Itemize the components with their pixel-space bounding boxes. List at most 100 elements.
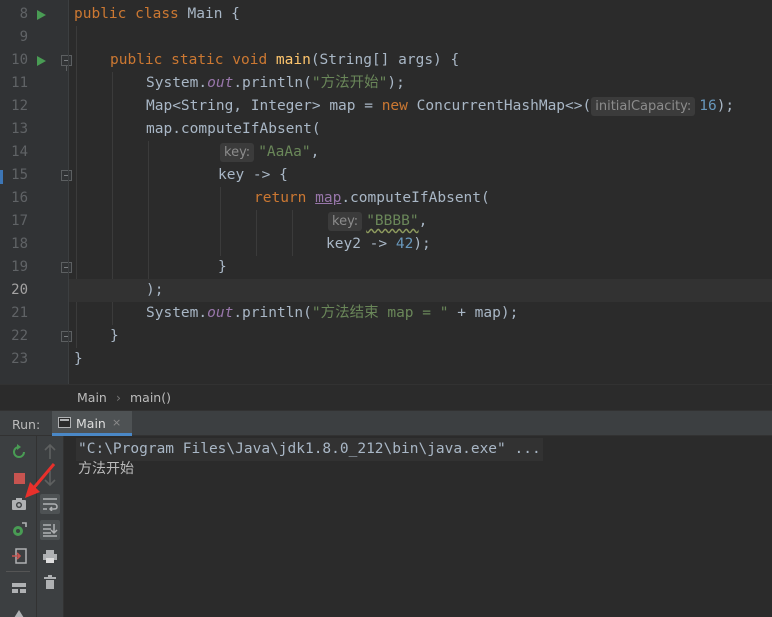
code-line-15[interactable]: key -> {	[218, 164, 288, 187]
rerun-button[interactable]	[9, 442, 29, 462]
console-output-line: 方法开始	[78, 461, 134, 477]
code-token: "方法开始"	[311, 75, 388, 91]
indent-guide	[220, 187, 221, 256]
code-line-20[interactable]: );	[69, 279, 772, 302]
run-class-gutter-icon[interactable]	[37, 10, 46, 20]
code-token: 16	[699, 98, 717, 114]
code-token: out	[207, 75, 234, 91]
code-line-21[interactable]: System.out.println("方法结束 map = " + map);	[146, 302, 518, 325]
code-token: void	[232, 52, 268, 68]
printer-icon	[43, 550, 57, 563]
code-token: Map<String, Integer> map =	[146, 98, 382, 114]
code-token: public	[110, 52, 163, 68]
code-token: );	[146, 282, 164, 298]
line-number: 8	[19, 6, 28, 22]
code-token: }	[218, 259, 227, 275]
breadcrumb: Main › main()	[0, 384, 772, 410]
code-token: static	[171, 52, 224, 68]
line-number: 20	[11, 282, 28, 298]
code-editor[interactable]: 8 9 10 11 12 13 14 15 16 17 18 19 20 21 …	[0, 0, 772, 384]
arrow-up-icon	[44, 444, 56, 459]
code-token: );	[387, 75, 405, 91]
indent-guide	[292, 210, 293, 256]
code-line-10[interactable]: public static void main(String[] args) {	[110, 49, 459, 72]
code-token: }	[74, 351, 83, 367]
trash-icon	[44, 575, 56, 589]
code-line-16[interactable]: return map.computeIfAbsent(	[254, 187, 490, 210]
console-command-line: "C:\Program Files\Java\jdk1.8.0_212\bin\…	[76, 438, 543, 461]
scroll-to-end-icon	[43, 524, 58, 537]
parameter-hint: initialCapacity:	[591, 97, 696, 116]
fold-marker-icon[interactable]	[61, 55, 72, 71]
line-number-gutter: 8 9 10 11 12 13 14 15 16 17 18 19 20 21 …	[0, 0, 72, 384]
code-token: {	[231, 6, 240, 22]
red-arrow-annotation-icon	[25, 463, 56, 498]
code-line-23[interactable]: }	[74, 348, 83, 371]
code-token: "BBBB"	[366, 213, 419, 229]
scroll-to-end-button[interactable]	[40, 520, 60, 540]
code-line-14[interactable]: key: "AaAa",	[220, 141, 319, 164]
breadcrumb-separator: ›	[116, 390, 121, 405]
code-token: new	[381, 98, 408, 114]
code-line-11[interactable]: System.out.println("方法开始");	[146, 72, 405, 95]
run-main-gutter-icon[interactable]	[37, 56, 46, 66]
indent-guide	[256, 210, 257, 256]
code-token: "方法结束 map = "	[311, 305, 449, 321]
gear-icon	[13, 522, 27, 536]
code-line-22[interactable]: }	[110, 325, 119, 348]
code-token: System.	[146, 305, 208, 321]
pin-button[interactable]	[9, 604, 29, 617]
code-line-18[interactable]: key2 -> 42);	[326, 233, 431, 256]
run-tool-window-header: Run: Main ×	[0, 410, 772, 436]
line-number: 14	[11, 144, 28, 160]
code-line-12[interactable]: Map<String, Integer> map = new Concurren…	[146, 95, 734, 118]
fold-marker-icon[interactable]	[61, 262, 72, 273]
code-token: System.	[146, 75, 208, 91]
code-token: );	[716, 98, 735, 114]
toolbar-divider	[6, 571, 30, 572]
code-line-8[interactable]: public class Main {	[74, 3, 240, 26]
code-token: ,	[418, 213, 428, 229]
line-number: 23	[11, 351, 28, 367]
code-token: return	[254, 190, 307, 206]
layout-icon	[12, 583, 26, 593]
line-number: 22	[11, 328, 28, 344]
settings-button[interactable]	[9, 520, 29, 540]
code-line-19[interactable]: }	[218, 256, 227, 279]
line-number: 11	[11, 75, 28, 91]
line-number: 19	[11, 259, 28, 275]
exit-button[interactable]	[9, 546, 29, 566]
code-token: map	[315, 190, 342, 206]
code-token: key2 ->	[326, 236, 396, 252]
code-token: key -> {	[218, 167, 288, 183]
console-output[interactable]: "C:\Program Files\Java\jdk1.8.0_212\bin\…	[70, 436, 772, 617]
scroll-up-button[interactable]	[40, 442, 60, 462]
close-icon[interactable]: ×	[112, 416, 121, 429]
breadcrumb-method[interactable]: main()	[130, 390, 171, 405]
breadcrumb-class[interactable]: Main	[77, 390, 107, 405]
code-line-17[interactable]: key: "BBBB",	[328, 210, 427, 233]
code-token: + map);	[448, 305, 519, 321]
change-marker	[0, 170, 3, 184]
code-token: out	[207, 305, 234, 321]
tab-main-run[interactable]: Main ×	[52, 411, 132, 436]
print-button[interactable]	[40, 546, 60, 566]
run-label: Run:	[12, 417, 41, 432]
clear-all-button[interactable]	[40, 572, 60, 592]
code-token: class	[135, 6, 179, 22]
code-token: 42	[395, 236, 414, 252]
fold-marker-icon[interactable]	[61, 170, 72, 181]
line-number: 18	[11, 236, 28, 252]
line-number: 17	[11, 213, 28, 229]
indent-guide	[148, 141, 149, 279]
parameter-hint: key:	[328, 212, 363, 231]
code-token: "AaAa"	[258, 144, 311, 160]
line-number: 12	[11, 98, 28, 114]
code-token: (String[] args) {	[310, 52, 460, 68]
fold-marker-icon[interactable]	[61, 331, 72, 342]
code-token: Main	[187, 6, 223, 22]
layout-button[interactable]	[9, 578, 29, 598]
code-line-13[interactable]: map.computeIfAbsent(	[146, 118, 321, 141]
code-token: main	[275, 52, 311, 68]
tab-label: Main	[76, 416, 106, 431]
